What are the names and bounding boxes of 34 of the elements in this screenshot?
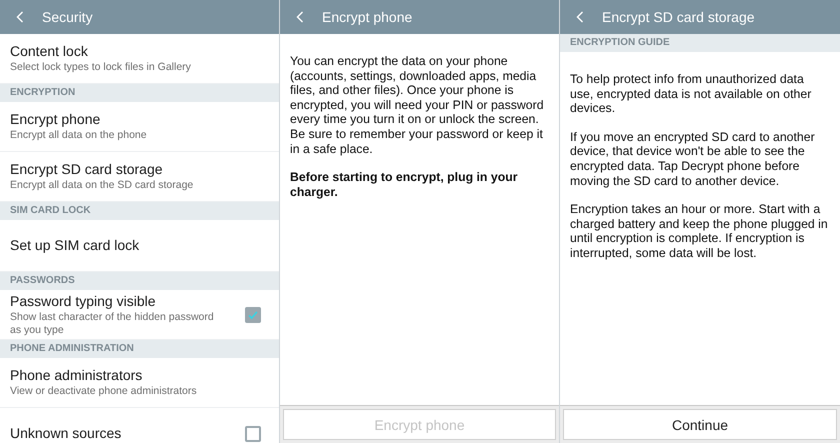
back-icon[interactable] (576, 11, 584, 23)
item-subtitle: Select lock types to lock files in Gallery (10, 61, 192, 74)
item-title: Set up SIM card lock (10, 237, 140, 254)
item-subtitle: View or deactivate phone administrators (10, 385, 198, 398)
item-subtitle: Show last character of the hidden password as you type (10, 311, 215, 336)
back-icon[interactable] (296, 11, 304, 23)
item-title: Phone administrators (10, 367, 144, 384)
item-title: Encrypt phone (10, 111, 102, 128)
item-title: Unknown sources (10, 425, 122, 442)
settings-item[interactable]: Unknown sources (0, 408, 279, 443)
paragraph: Before starting to encrypt, plug in your charger. (290, 170, 519, 200)
section-header: ENCRYPTION (0, 84, 279, 102)
checkbox[interactable] (245, 306, 261, 322)
screen-title: Security (42, 9, 93, 25)
screen-title: Encrypt SD card storage (602, 9, 755, 25)
continue-button[interactable]: Continue (563, 409, 837, 440)
paragraph: To help protect info from unauthorized data use, encrypted data is not available on other devices. (570, 72, 812, 116)
item-subtitle: Encrypt all data on the SD card storage (10, 179, 194, 192)
section-header: SIM CARD LOCK (0, 202, 279, 220)
item-title: Encrypt SD card storage (10, 161, 164, 178)
back-icon[interactable] (16, 11, 24, 23)
paragraph: Encryption takes an hour or more. Start with a charged battery and keep the phone plugged in until encryption is complete. If encryption is interrupted, some data will be lost. (570, 202, 829, 261)
checkbox[interactable] (245, 426, 261, 442)
section-header: ENCRYPTION GUIDE (560, 34, 840, 52)
settings-item[interactable]: Phone administrators View or deactivate phone administrators (0, 358, 279, 408)
paragraph: If you move an encrypted SD card to another device, that device won't be able to see the encrypted data. Tap Decrypt phone before moving the SD card to another device. (570, 130, 816, 188)
settings-item[interactable]: Encrypt phone Encrypt all data on the phone (0, 102, 279, 152)
paragraph: You can encrypt the data on your phone (accounts, settings, downloaded apps, media files, and other files). Once your phone is encrypted, you will need your PIN or password every time you turn it on or unlock the screen. Be sure to remember your password or keep it in a safe place. (290, 54, 545, 156)
section-header: PHONE ADMINISTRATION (0, 340, 279, 358)
item-subtitle: Encrypt all data on the phone (10, 129, 148, 142)
item-title: Password typing visible (10, 293, 157, 310)
section-header: PASSWORDS (0, 272, 279, 290)
screen-title: Encrypt phone (322, 9, 412, 25)
item-title: Content lock (10, 43, 89, 60)
